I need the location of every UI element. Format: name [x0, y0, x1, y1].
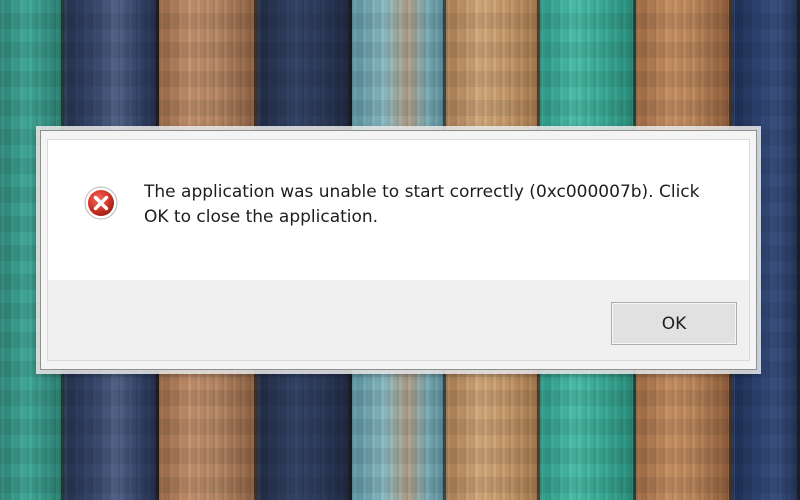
error-message: The application was unable to start corr…: [144, 182, 700, 227]
error-dialog: The application was unable to start corr…: [40, 130, 757, 370]
dialog-content: The application was unable to start corr…: [48, 140, 749, 282]
ok-button[interactable]: OK: [611, 302, 737, 345]
dialog-body: The application was unable to start corr…: [47, 139, 750, 361]
error-icon: [84, 186, 118, 220]
dialog-footer: OK: [48, 280, 749, 360]
desktop-background: The application was unable to start corr…: [0, 0, 800, 500]
